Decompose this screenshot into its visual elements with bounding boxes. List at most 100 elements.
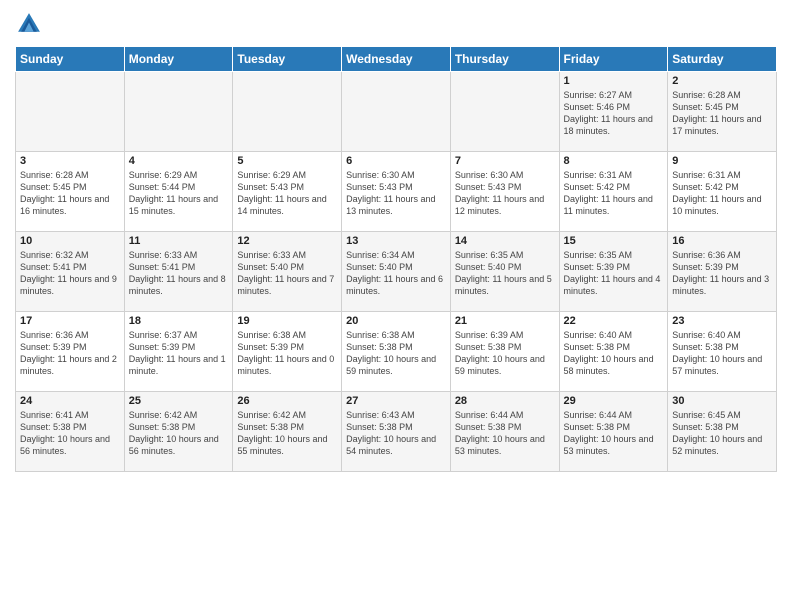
calendar-cell (233, 72, 342, 152)
day-number: 20 (346, 315, 446, 327)
day-info: Sunrise: 6:34 AMSunset: 5:40 PMDaylight:… (346, 249, 446, 298)
calendar-cell: 10 Sunrise: 6:32 AMSunset: 5:41 PMDayligh… (16, 232, 125, 312)
day-number: 8 (564, 155, 664, 167)
calendar-cell: 2 Sunrise: 6:28 AMSunset: 5:45 PMDaylight… (668, 72, 777, 152)
day-info: Sunrise: 6:42 AMSunset: 5:38 PMDaylight:… (129, 409, 229, 458)
day-number: 2 (672, 75, 772, 87)
calendar-week-row: 17Sunrise: 6:36 AMSunset: 5:39 PMDayligh… (16, 312, 777, 392)
calendar-cell: 13 Sunrise: 6:34 AMSunset: 5:40 PMDayligh… (342, 232, 451, 312)
day-number: 14 (455, 235, 555, 247)
day-info: Sunrise: 6:44 AMSunset: 5:38 PMDaylight:… (455, 409, 555, 458)
day-info: Sunrise: 6:27 AMSunset: 5:46 PMDaylight:… (564, 89, 664, 138)
calendar-cell: 11Sunrise: 6:33 AMSunset: 5:41 PMDayligh… (124, 232, 233, 312)
day-info: Sunrise: 6:29 AMSunset: 5:43 PMDaylight:… (237, 169, 337, 218)
calendar-cell: 30Sunrise: 6:45 AMSunset: 5:38 PMDayligh… (668, 392, 777, 472)
day-number: 10 (20, 235, 120, 247)
calendar-cell (342, 72, 451, 152)
calendar-table: SundayMondayTuesdayWednesdayThursdayFrid… (15, 46, 777, 472)
calendar-week-row: 10 Sunrise: 6:32 AMSunset: 5:41 PMDayligh… (16, 232, 777, 312)
day-number: 12 (237, 235, 337, 247)
day-number: 22 (564, 315, 664, 327)
calendar-cell: 1 Sunrise: 6:27 AMSunset: 5:46 PMDaylight… (559, 72, 668, 152)
day-info: Sunrise: 6:35 AMSunset: 5:40 PMDaylight:… (455, 249, 555, 298)
weekday-header-thursday: Thursday (450, 47, 559, 72)
day-info: Sunrise: 6:40 AMSunset: 5:38 PMDaylight:… (564, 329, 664, 378)
calendar-cell: 12 Sunrise: 6:33 AMSunset: 5:40 PMDayligh… (233, 232, 342, 312)
day-info: Sunrise: 6:31 AMSunset: 5:42 PMDaylight:… (564, 169, 664, 218)
logo (15, 10, 47, 38)
calendar-cell: 8 Sunrise: 6:31 AMSunset: 5:42 PMDaylight… (559, 152, 668, 232)
day-number: 6 (346, 155, 446, 167)
day-info: Sunrise: 6:30 AMSunset: 5:43 PMDaylight:… (455, 169, 555, 218)
calendar-cell: 24Sunrise: 6:41 AMSunset: 5:38 PMDayligh… (16, 392, 125, 472)
calendar-cell: 16 Sunrise: 6:36 AMSunset: 5:39 PMDayligh… (668, 232, 777, 312)
day-number: 23 (672, 315, 772, 327)
day-number: 1 (564, 75, 664, 87)
day-info: Sunrise: 6:31 AMSunset: 5:42 PMDaylight:… (672, 169, 772, 218)
day-number: 24 (20, 395, 120, 407)
calendar-cell: 26 Sunrise: 6:42 AMSunset: 5:38 PMDayligh… (233, 392, 342, 472)
day-number: 16 (672, 235, 772, 247)
day-number: 29 (564, 395, 664, 407)
day-info: Sunrise: 6:30 AMSunset: 5:43 PMDaylight:… (346, 169, 446, 218)
day-number: 15 (564, 235, 664, 247)
day-number: 5 (237, 155, 337, 167)
calendar-cell: 14 Sunrise: 6:35 AMSunset: 5:40 PMDayligh… (450, 232, 559, 312)
calendar-cell: 6 Sunrise: 6:30 AMSunset: 5:43 PMDaylight… (342, 152, 451, 232)
calendar-week-row: 24Sunrise: 6:41 AMSunset: 5:38 PMDayligh… (16, 392, 777, 472)
day-number: 27 (346, 395, 446, 407)
weekday-header-sunday: Sunday (16, 47, 125, 72)
day-info: Sunrise: 6:42 AMSunset: 5:38 PMDaylight:… (237, 409, 337, 458)
calendar-cell: 5 Sunrise: 6:29 AMSunset: 5:43 PMDaylight… (233, 152, 342, 232)
day-info: Sunrise: 6:33 AMSunset: 5:40 PMDaylight:… (237, 249, 337, 298)
calendar-cell: 25 Sunrise: 6:42 AMSunset: 5:38 PMDayligh… (124, 392, 233, 472)
day-number: 9 (672, 155, 772, 167)
day-info: Sunrise: 6:38 AMSunset: 5:39 PMDaylight:… (237, 329, 337, 378)
day-info: Sunrise: 6:38 AMSunset: 5:38 PMDaylight:… (346, 329, 446, 378)
weekday-header-tuesday: Tuesday (233, 47, 342, 72)
weekday-header-row: SundayMondayTuesdayWednesdayThursdayFrid… (16, 47, 777, 72)
calendar-body: 1 Sunrise: 6:27 AMSunset: 5:46 PMDaylight… (16, 72, 777, 472)
calendar-cell: 29 Sunrise: 6:44 AMSunset: 5:38 PMDayligh… (559, 392, 668, 472)
day-number: 13 (346, 235, 446, 247)
logo-icon (15, 10, 43, 38)
page-container: SundayMondayTuesdayWednesdayThursdayFrid… (0, 0, 792, 612)
weekday-header-wednesday: Wednesday (342, 47, 451, 72)
calendar-cell: 18 Sunrise: 6:37 AMSunset: 5:39 PMDayligh… (124, 312, 233, 392)
calendar-cell: 28 Sunrise: 6:44 AMSunset: 5:38 PMDayligh… (450, 392, 559, 472)
day-info: Sunrise: 6:44 AMSunset: 5:38 PMDaylight:… (564, 409, 664, 458)
day-number: 21 (455, 315, 555, 327)
calendar-cell: 3 Sunrise: 6:28 AMSunset: 5:45 PMDaylight… (16, 152, 125, 232)
calendar-cell: 21 Sunrise: 6:39 AMSunset: 5:38 PMDayligh… (450, 312, 559, 392)
day-number: 7 (455, 155, 555, 167)
day-number: 11 (129, 235, 229, 247)
calendar-cell: 4Sunrise: 6:29 AMSunset: 5:44 PMDaylight… (124, 152, 233, 232)
day-info: Sunrise: 6:37 AMSunset: 5:39 PMDaylight:… (129, 329, 229, 378)
calendar-cell (124, 72, 233, 152)
day-info: Sunrise: 6:32 AMSunset: 5:41 PMDaylight:… (20, 249, 120, 298)
calendar-cell: 7 Sunrise: 6:30 AMSunset: 5:43 PMDaylight… (450, 152, 559, 232)
day-number: 3 (20, 155, 120, 167)
day-number: 30 (672, 395, 772, 407)
day-info: Sunrise: 6:40 AMSunset: 5:38 PMDaylight:… (672, 329, 772, 378)
weekday-header-monday: Monday (124, 47, 233, 72)
day-info: Sunrise: 6:35 AMSunset: 5:39 PMDaylight:… (564, 249, 664, 298)
day-info: Sunrise: 6:28 AMSunset: 5:45 PMDaylight:… (672, 89, 772, 138)
weekday-header-friday: Friday (559, 47, 668, 72)
calendar-cell (16, 72, 125, 152)
weekday-header-saturday: Saturday (668, 47, 777, 72)
calendar-cell (450, 72, 559, 152)
day-number: 18 (129, 315, 229, 327)
day-number: 26 (237, 395, 337, 407)
day-info: Sunrise: 6:43 AMSunset: 5:38 PMDaylight:… (346, 409, 446, 458)
day-number: 25 (129, 395, 229, 407)
calendar-cell: 15 Sunrise: 6:35 AMSunset: 5:39 PMDayligh… (559, 232, 668, 312)
day-number: 19 (237, 315, 337, 327)
day-info: Sunrise: 6:36 AMSunset: 5:39 PMDaylight:… (672, 249, 772, 298)
day-number: 17 (20, 315, 120, 327)
day-number: 28 (455, 395, 555, 407)
calendar-week-row: 1 Sunrise: 6:27 AMSunset: 5:46 PMDaylight… (16, 72, 777, 152)
day-info: Sunrise: 6:28 AMSunset: 5:45 PMDaylight:… (20, 169, 120, 218)
header (15, 10, 777, 38)
day-info: Sunrise: 6:39 AMSunset: 5:38 PMDaylight:… (455, 329, 555, 378)
